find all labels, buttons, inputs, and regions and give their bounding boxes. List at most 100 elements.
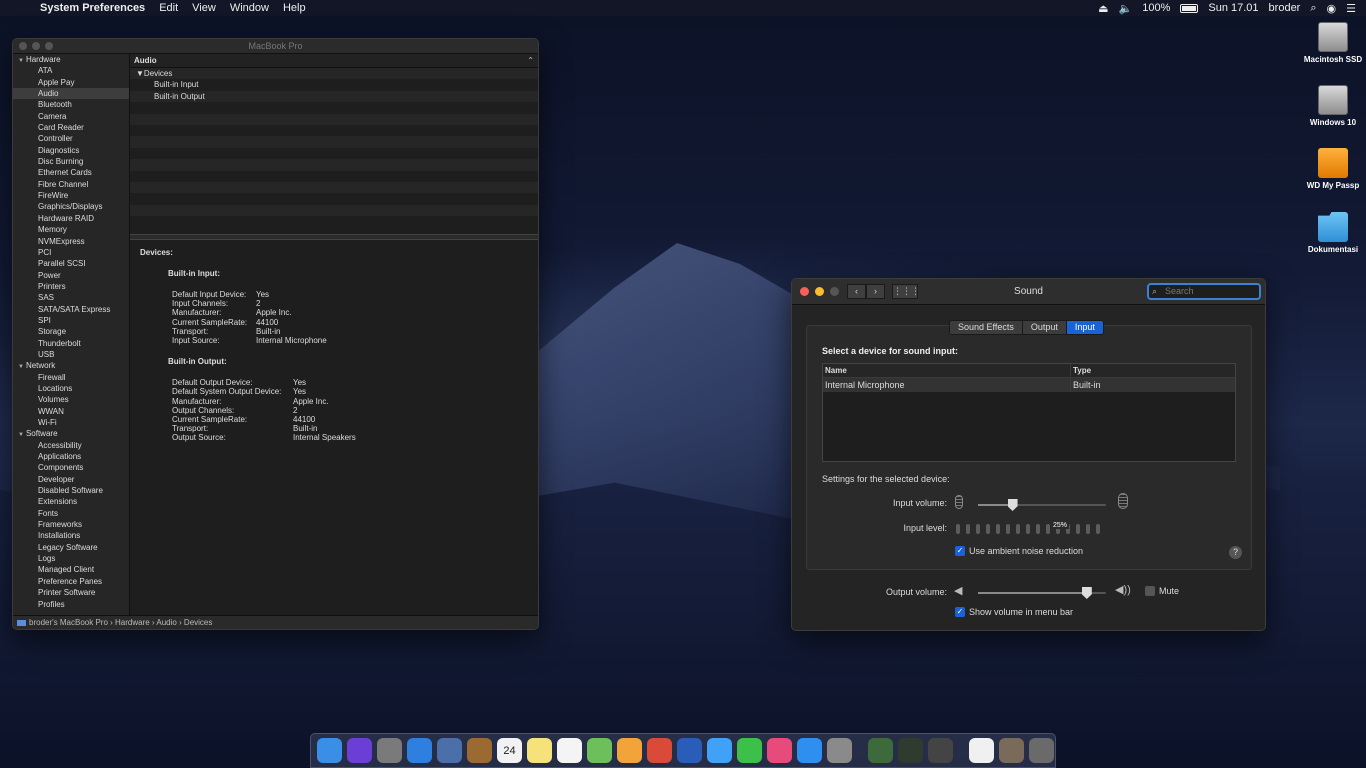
column-type[interactable]: Type: [1071, 364, 1091, 377]
spotlight-icon[interactable]: ⌕: [1310, 2, 1316, 15]
notification-center-icon[interactable]: ☰: [1346, 2, 1356, 15]
close-button[interactable]: [800, 287, 809, 296]
desktop-icon-dokumentasi[interactable]: Dokumentasi: [1303, 212, 1363, 254]
launchpad-icon[interactable]: [377, 738, 402, 763]
sidebar-item[interactable]: Graphics/Displays: [13, 201, 129, 212]
sidebar-item[interactable]: Storage: [13, 326, 129, 337]
user-menu[interactable]: broder: [1269, 2, 1301, 14]
messages-icon[interactable]: [707, 738, 732, 763]
circuit-icon[interactable]: [898, 738, 923, 763]
input-volume-slider[interactable]: [978, 499, 1106, 511]
keynote-icon[interactable]: [677, 738, 702, 763]
battery-percent[interactable]: 100%: [1142, 2, 1170, 14]
menu-window[interactable]: Window: [230, 2, 269, 14]
ambient-noise-checkbox[interactable]: ✓ Use ambient noise reduction: [955, 546, 1083, 556]
menu-app-name[interactable]: System Preferences: [40, 2, 145, 14]
sidebar-item[interactable]: Installations: [13, 530, 129, 541]
menu-help[interactable]: Help: [283, 2, 306, 14]
table-row[interactable]: Internal Microphone Built-in: [823, 378, 1235, 392]
sidebar-item[interactable]: Power: [13, 270, 129, 281]
sidebar-item[interactable]: Camera: [13, 111, 129, 122]
sidebar-item[interactable]: Accessibility: [13, 440, 129, 451]
sidebar-item[interactable]: SAS: [13, 292, 129, 303]
safari-icon[interactable]: [407, 738, 432, 763]
tab-output[interactable]: Output: [1022, 321, 1067, 334]
back-button[interactable]: ‹: [847, 284, 866, 299]
app-store-icon[interactable]: [797, 738, 822, 763]
trash-icon[interactable]: [1029, 738, 1054, 763]
sidebar-item[interactable]: FireWire: [13, 190, 129, 201]
sidebar-item[interactable]: Memory: [13, 224, 129, 235]
sidebar-item[interactable]: Applications: [13, 451, 129, 462]
sidebar-item[interactable]: Disabled Software: [13, 485, 129, 496]
calendar-icon[interactable]: 24: [497, 738, 522, 763]
search-input[interactable]: ⌕ Search: [1147, 283, 1261, 300]
slider-knob[interactable]: [1081, 587, 1092, 599]
minimize-button[interactable]: [815, 287, 824, 296]
maps-icon[interactable]: [587, 738, 612, 763]
sidebar-item[interactable]: Audio: [13, 88, 129, 100]
path-text[interactable]: broder's MacBook Pro › Hardware › Audio …: [29, 618, 212, 627]
sidebar-item[interactable]: NVMExpress: [13, 236, 129, 247]
zoom-button[interactable]: [830, 287, 839, 296]
sidebar-item[interactable]: Extensions: [13, 496, 129, 507]
sidebar-item[interactable]: Printer Software: [13, 587, 129, 598]
sidebar-item[interactable]: Profiles: [13, 599, 129, 610]
sidebar-item[interactable]: SPI: [13, 315, 129, 326]
sidebar-item[interactable]: Locations: [13, 383, 129, 394]
sidebar-item[interactable]: Wi-Fi: [13, 417, 129, 428]
sidebar-item[interactable]: Card Reader: [13, 122, 129, 133]
menu-edit[interactable]: Edit: [159, 2, 178, 14]
desktop-icon-macintosh-ssd[interactable]: Macintosh SSD: [1303, 22, 1363, 64]
volume-icon[interactable]: 🔈: [1119, 2, 1133, 15]
tree-row[interactable]: ▼Devices: [130, 68, 538, 80]
sidebar-group[interactable]: Hardware: [13, 54, 129, 65]
sidebar-item[interactable]: Fibre Channel: [13, 179, 129, 190]
help-button[interactable]: ?: [1229, 546, 1242, 559]
sidebar-item[interactable]: Components: [13, 462, 129, 473]
tab-sound-effects[interactable]: Sound Effects: [950, 321, 1023, 334]
siri-icon[interactable]: [347, 738, 372, 763]
sidebar-item[interactable]: Volumes: [13, 394, 129, 405]
sidebar-item[interactable]: Controller: [13, 133, 129, 144]
show-all-button[interactable]: ⋮⋮⋮: [892, 284, 920, 299]
window-titlebar[interactable]: MacBook Pro: [13, 39, 538, 54]
desktop-icon-windows-10[interactable]: Windows 10: [1303, 85, 1363, 127]
sidebar-item[interactable]: Apple Pay: [13, 77, 129, 88]
show-volume-checkbox[interactable]: ✓ Show volume in menu bar: [955, 607, 1073, 617]
sidebar-item[interactable]: ATA: [13, 65, 129, 76]
chrome-icon[interactable]: [647, 738, 672, 763]
photo-stack-icon[interactable]: [999, 738, 1024, 763]
chevron-up-icon[interactable]: ⌃: [527, 54, 534, 68]
finder-icon[interactable]: [317, 738, 342, 763]
window-titlebar[interactable]: Sound ‹ › ⋮⋮⋮ ⌕ Search: [792, 279, 1265, 305]
preview-icon[interactable]: [437, 738, 462, 763]
desktop-icon-wd-my-passport[interactable]: WD My Passp: [1303, 148, 1363, 190]
sidebar-item[interactable]: Logs: [13, 553, 129, 564]
sidebar-item[interactable]: USB: [13, 349, 129, 360]
sidebar-item[interactable]: WWAN: [13, 406, 129, 417]
sidebar-item[interactable]: PCI: [13, 247, 129, 258]
sidebar-item[interactable]: Managed Client: [13, 564, 129, 575]
itunes-icon[interactable]: [767, 738, 792, 763]
tab-input[interactable]: Input: [1066, 321, 1103, 334]
zoom-button[interactable]: [45, 42, 53, 50]
sidebar-item[interactable]: Preference Panes: [13, 576, 129, 587]
column-name[interactable]: Name: [823, 364, 1071, 377]
sidebar-item[interactable]: Thunderbolt: [13, 338, 129, 349]
output-volume-slider[interactable]: [978, 587, 1106, 599]
notes-icon[interactable]: [527, 738, 552, 763]
eject-icon[interactable]: ⏏: [1098, 2, 1108, 15]
sidebar-item[interactable]: Fonts: [13, 508, 129, 519]
battery-icon[interactable]: [1180, 3, 1199, 13]
tree-row[interactable]: Built-in Input: [130, 79, 538, 91]
sidebar-item[interactable]: Legacy Software: [13, 542, 129, 553]
sidebar-item[interactable]: Frameworks: [13, 519, 129, 530]
notebook-icon[interactable]: [467, 738, 492, 763]
sidebar-item[interactable]: Ethernet Cards: [13, 167, 129, 178]
photos-icon[interactable]: [617, 738, 642, 763]
sidebar-item[interactable]: Parallel SCSI: [13, 258, 129, 269]
mute-checkbox[interactable]: Mute: [1145, 586, 1179, 596]
menu-view[interactable]: View: [192, 2, 216, 14]
reminders-icon[interactable]: [557, 738, 582, 763]
